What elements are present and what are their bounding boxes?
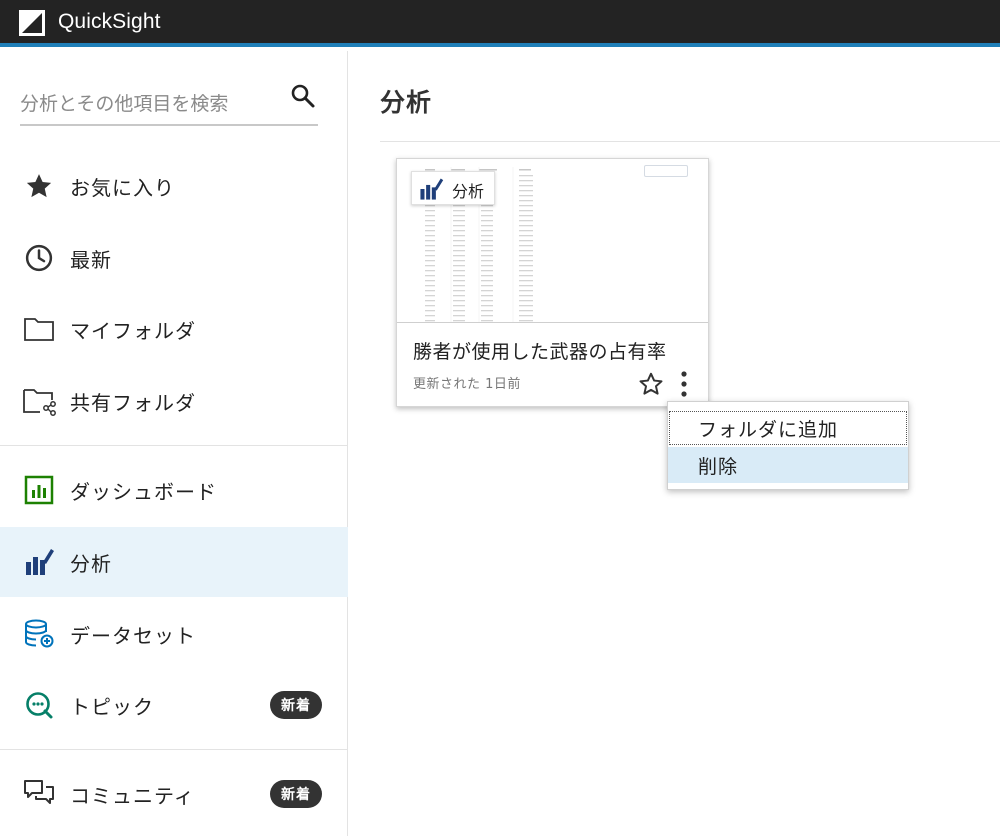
star-outline-icon[interactable] xyxy=(638,371,664,397)
quicksight-logo-icon[interactable] xyxy=(18,9,46,37)
sidebar: お気に入り 最新 マイフォルダ 共有フォルダ ダッシュボード 分析 xyxy=(0,51,348,836)
folder-icon xyxy=(22,312,56,346)
analysis-icon xyxy=(22,545,56,579)
sidebar-item-label: 共有フォルダ xyxy=(70,390,196,415)
analysis-icon xyxy=(420,178,444,200)
thumbnail-toolbar xyxy=(644,165,688,177)
analysis-card[interactable]: 分析 勝者が使用した武器の占有率 更新された 1日前 xyxy=(396,158,709,407)
clock-icon xyxy=(22,241,56,275)
sidebar-search xyxy=(20,81,318,126)
thumbnail-type-chip: 分析 xyxy=(411,171,495,205)
search-input[interactable] xyxy=(20,89,275,119)
sidebar-item-label: 最新 xyxy=(70,247,112,272)
new-badge: 新着 xyxy=(270,691,322,719)
dashboard-icon xyxy=(22,473,56,507)
title-divider xyxy=(380,141,1000,142)
sidebar-item-analyses[interactable]: 分析 xyxy=(0,527,348,597)
search-icon[interactable] xyxy=(290,83,316,109)
card-title[interactable]: 勝者が使用した武器の占有率 xyxy=(413,337,667,364)
new-badge: 新着 xyxy=(270,780,322,808)
sidebar-item-recent[interactable]: 最新 xyxy=(0,223,348,293)
more-vertical-icon[interactable] xyxy=(677,369,691,399)
star-icon xyxy=(22,169,56,203)
page-title: 分析 xyxy=(380,88,433,117)
sidebar-item-shared-folders[interactable]: 共有フォルダ xyxy=(0,366,348,436)
sidebar-item-favorites[interactable]: お気に入り xyxy=(0,151,348,221)
sidebar-item-label: マイフォルダ xyxy=(70,318,196,343)
sidebar-item-community[interactable]: コミュニティ 新着 xyxy=(0,759,348,829)
sidebar-divider xyxy=(0,749,348,750)
topic-icon xyxy=(22,688,56,722)
menu-item-add-to-folder[interactable]: フォルダに追加 xyxy=(668,410,908,446)
sidebar-item-my-folders[interactable]: マイフォルダ xyxy=(0,294,348,364)
sidebar-item-label: お気に入り xyxy=(70,175,175,200)
menu-item-delete[interactable]: 削除 xyxy=(668,447,908,483)
app-title[interactable]: QuickSight xyxy=(58,10,161,34)
shared-folder-icon xyxy=(22,384,56,418)
sidebar-item-label: トピック xyxy=(70,694,154,719)
sidebar-item-topics[interactable]: トピック 新着 xyxy=(0,670,348,740)
card-thumbnail[interactable]: 分析 xyxy=(397,159,708,323)
sidebar-item-label: データセット xyxy=(70,623,196,648)
card-context-menu: フォルダに追加 削除 xyxy=(667,401,909,490)
sidebar-divider xyxy=(0,445,348,446)
top-bar: QuickSight xyxy=(0,0,1000,47)
sidebar-item-dashboards[interactable]: ダッシュボード xyxy=(0,455,348,525)
card-updated-time: 更新された 1日前 xyxy=(413,377,521,392)
sidebar-item-datasets[interactable]: データセット xyxy=(0,599,348,669)
community-icon xyxy=(22,777,56,811)
sidebar-item-label: 分析 xyxy=(70,551,112,576)
main-content: 分析 分析 勝者が使用した武器の占有率 更新された 1日前 フォルダに追加 削除 xyxy=(349,51,1000,836)
sidebar-item-label: コミュニティ xyxy=(70,783,195,808)
thumbnail-chip-label: 分析 xyxy=(452,182,485,201)
sidebar-item-label: ダッシュボード xyxy=(70,479,217,504)
dataset-icon xyxy=(22,617,56,651)
